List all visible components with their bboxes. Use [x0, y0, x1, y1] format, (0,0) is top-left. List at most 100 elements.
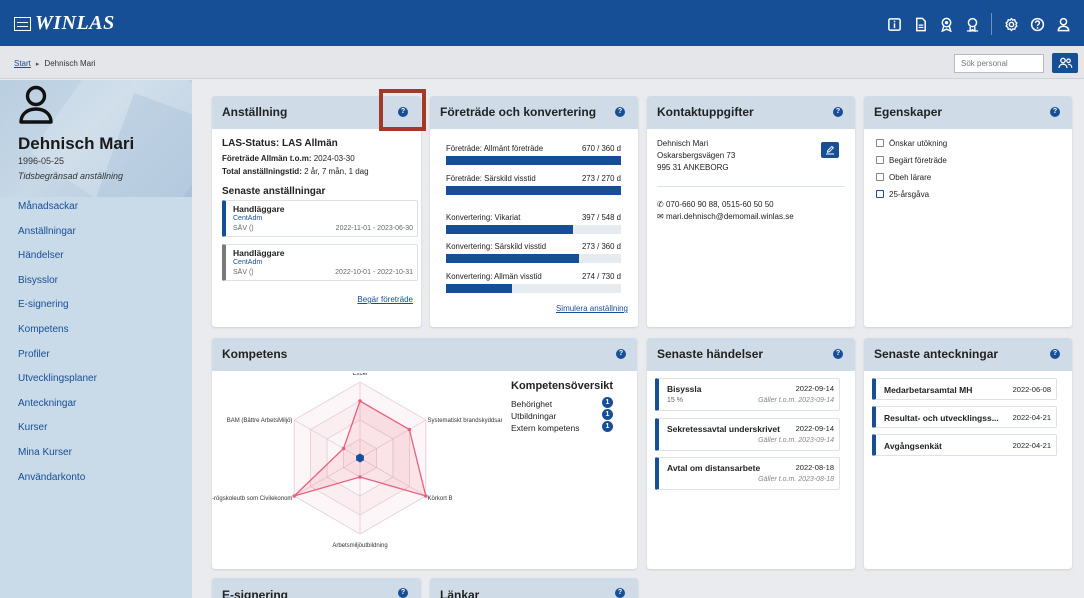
- foretrade-help-icon[interactable]: ?: [615, 107, 625, 117]
- breadcrumb-bar: Start ▸ Dehnisch Mari: [0, 46, 1084, 79]
- property-item[interactable]: Begärt företräde: [876, 156, 947, 165]
- total-employment-value: 2 år, 7 mån, 1 dag: [304, 167, 369, 176]
- radar-data-point: [358, 399, 362, 403]
- sidebar-item-manadsackar[interactable]: Månadsackar: [18, 200, 97, 225]
- checkbox-icon[interactable]: [876, 190, 884, 198]
- employment-item[interactable]: Handläggare CentAdm SÄV () 2022-11-01 - …: [222, 200, 418, 237]
- help-icon[interactable]: [1024, 14, 1050, 34]
- sidebar-item-anvandarkonto[interactable]: Användarkonto: [18, 471, 97, 496]
- event-item[interactable]: Bisyssla 2022-09-14 15 % Gäller t.o.m. 2…: [655, 378, 840, 411]
- lankar-help-icon[interactable]: ?: [615, 588, 625, 598]
- competence-overview-label[interactable]: Behörighet: [511, 399, 552, 409]
- kompetens-help-icon[interactable]: ?: [616, 349, 626, 359]
- property-item[interactable]: 25-årsgåva: [876, 190, 929, 199]
- sidebar-item-e-signering[interactable]: E-signering: [18, 298, 97, 323]
- note-item[interactable]: Medarbetarsamtal MH 2022-06-08: [872, 378, 1057, 400]
- events-card-title: Senaste händelser: [657, 347, 764, 361]
- notes-card: Senaste anteckningar ? Medarbetarsamtal …: [864, 338, 1072, 569]
- kontakt-help-icon[interactable]: ?: [833, 107, 843, 117]
- simulate-employment-link[interactable]: Simulera anställning: [556, 304, 628, 313]
- request-foretrade-link[interactable]: Begär företräde: [357, 295, 413, 304]
- breadcrumb-start-link[interactable]: Start: [14, 59, 31, 68]
- konvertering-row-label: Konvertering: Allmän visstid: [446, 272, 542, 281]
- notes-help-icon[interactable]: ?: [1050, 349, 1060, 359]
- property-label: Begärt företräde: [889, 156, 947, 165]
- recent-employments-title: Senaste anställningar: [222, 186, 326, 197]
- note-title: Resultat- och utvecklingss...: [884, 413, 999, 423]
- e-signering-card-header: E-signering ?: [212, 578, 421, 598]
- foretrade-date-value: 2024-03-30: [313, 154, 355, 163]
- top-bar: WINLAS: [0, 0, 1084, 46]
- employment-role: Handläggare: [233, 204, 285, 214]
- event-date: 2022-09-14: [795, 424, 834, 433]
- event-title: Sekretessavtal underskrivet: [667, 424, 780, 434]
- app-logo[interactable]: WINLAS: [14, 12, 115, 35]
- breadcrumb-separator-icon: ▸: [35, 61, 40, 68]
- egenskaper-card: Egenskaper ? Önskar utökning Begärt före…: [864, 96, 1072, 327]
- kontakt-card-title: Kontaktuppgifter: [657, 105, 754, 119]
- contact-email-line: ✉ mari.dehnisch@demomail.winlas.se: [657, 212, 794, 221]
- employment-unit: CentAdm: [233, 215, 263, 222]
- settings-icon[interactable]: [998, 14, 1024, 34]
- user-icon[interactable]: [1050, 14, 1076, 34]
- radar-data-point: [407, 427, 412, 432]
- events-help-icon[interactable]: ?: [833, 349, 843, 359]
- las-status: LAS-Status: LAS Allmän: [222, 138, 338, 149]
- checkbox-icon[interactable]: [876, 173, 884, 181]
- event-date: 2022-08-18: [795, 463, 834, 472]
- note-date: 2022-04-21: [1012, 441, 1051, 450]
- profile-panel: Dehnisch Mari 1996-05-25 Tidsbegränsad a…: [0, 80, 192, 197]
- note-date: 2022-06-08: [1012, 385, 1051, 394]
- radar-axis-label: Arbetsmiljöutbildning: [332, 543, 387, 549]
- employment-period: 2022-10-01 - 2022-10-31: [335, 269, 413, 276]
- document-icon[interactable]: [907, 14, 933, 34]
- sidebar: Dehnisch Mari 1996-05-25 Tidsbegränsad a…: [0, 80, 192, 598]
- competence-overview-title: Kompetensöversikt: [511, 380, 614, 392]
- avatar-icon: [19, 85, 53, 124]
- radar-data-point: [358, 475, 362, 479]
- certificate-icon[interactable]: [959, 14, 985, 34]
- toolbar-divider: [991, 13, 992, 35]
- note-item[interactable]: Avgångsenkät 2022-04-21: [872, 434, 1057, 456]
- sidebar-item-anteckningar[interactable]: Anteckningar: [18, 397, 97, 422]
- property-item[interactable]: Önskar utökning: [876, 139, 947, 148]
- event-item[interactable]: Avtal om distansarbete 2022-08-18 Gäller…: [655, 457, 840, 490]
- checkbox-icon[interactable]: [876, 156, 884, 164]
- app-title: WINLAS: [35, 12, 115, 34]
- search-staff-input[interactable]: [954, 54, 1044, 73]
- sidebar-item-handelser[interactable]: Händelser: [18, 249, 97, 274]
- checkbox-icon[interactable]: [876, 139, 884, 147]
- sidebar-item-anstallningar[interactable]: Anställningar: [18, 225, 97, 250]
- total-employment-label: Total anställningstid:: [222, 167, 302, 176]
- employment-role: Handläggare: [233, 248, 285, 258]
- edit-contact-button[interactable]: [821, 142, 839, 158]
- sidebar-item-mina-kurser[interactable]: Mina Kurser: [18, 446, 97, 471]
- profile-name: Dehnisch Mari: [18, 134, 135, 153]
- note-item[interactable]: Resultat- och utvecklingss... 2022-04-21: [872, 406, 1057, 428]
- sidebar-item-kompetens[interactable]: Kompetens: [18, 323, 97, 348]
- total-employment-line: Total anställningstid: 2 år, 7 mån, 1 da…: [222, 167, 369, 176]
- event-item[interactable]: Sekretessavtal underskrivet 2022-09-14 G…: [655, 418, 840, 451]
- employment-item[interactable]: Handläggare CentAdm SÄV () 2022-10-01 - …: [222, 244, 418, 281]
- profile-employment-type: Tidsbegränsad anställning: [18, 171, 123, 181]
- contact-email[interactable]: mari.dehnisch@demomail.winlas.se: [666, 212, 794, 221]
- sidebar-item-kurser[interactable]: Kurser: [18, 421, 97, 446]
- property-item[interactable]: Obeh lärare: [876, 173, 931, 182]
- foretrade-progress-fill: [446, 186, 621, 195]
- konvertering-row-label: Konvertering: Vikariat: [446, 213, 521, 222]
- competence-overview-label[interactable]: Utbildningar: [511, 411, 556, 421]
- sidebar-item-profiler[interactable]: Profiler: [18, 348, 97, 373]
- award-icon[interactable]: [933, 14, 959, 34]
- staff-search-button[interactable]: [1052, 53, 1078, 73]
- info-icon[interactable]: [881, 14, 907, 34]
- kompetens-card-title: Kompetens: [222, 347, 288, 361]
- event-valid: Gäller t.o.m. 2023-09-14: [758, 437, 834, 444]
- breadcrumb-current: Dehnisch Mari: [44, 59, 96, 68]
- egenskaper-help-icon[interactable]: ?: [1050, 107, 1060, 117]
- competence-overview-label[interactable]: Extern kompetens: [511, 423, 580, 433]
- sidebar-item-utvecklingsplaner[interactable]: Utvecklingsplaner: [18, 372, 97, 397]
- radar-axis-label: BAM (Bättre ArbetsMiljö): [227, 418, 293, 424]
- sidebar-item-bisysslor[interactable]: Bisysslor: [18, 274, 97, 299]
- egenskaper-card-header: Egenskaper ?: [864, 96, 1072, 129]
- e-signering-help-icon[interactable]: ?: [398, 588, 408, 598]
